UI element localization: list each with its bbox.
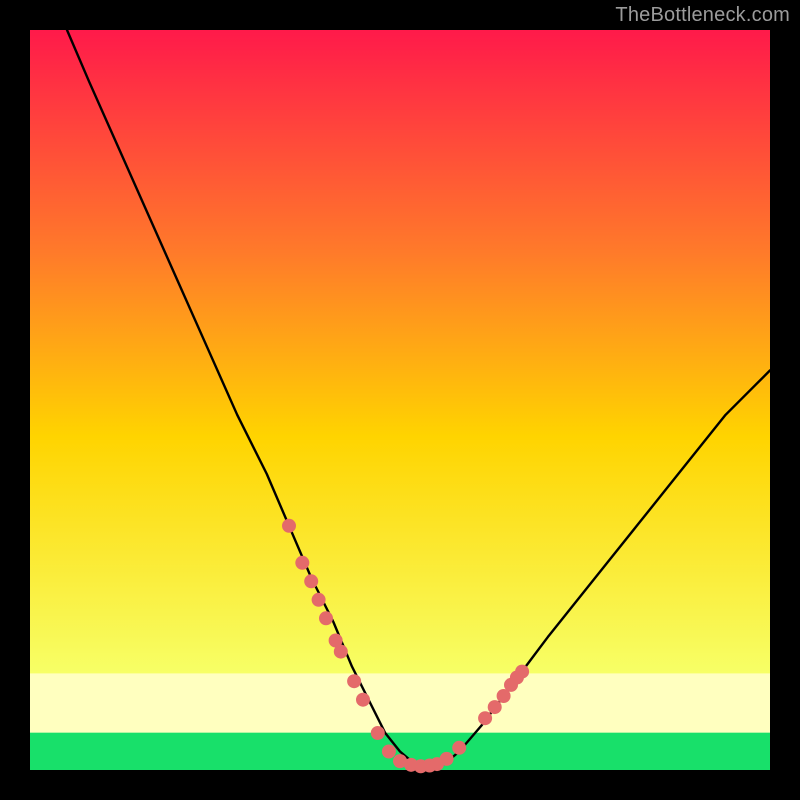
watermark-text: TheBottleneck.com — [615, 4, 790, 27]
highlight-dot — [371, 726, 385, 740]
highlight-dot — [515, 665, 529, 679]
highlight-dot — [304, 574, 318, 588]
highlight-dot — [334, 645, 348, 659]
highlight-dot — [488, 700, 502, 714]
highlight-dot — [356, 693, 370, 707]
highlight-dot — [282, 519, 296, 533]
bottleneck-curve — [67, 30, 770, 766]
highlight-dot — [347, 674, 361, 688]
highlight-dot — [312, 593, 326, 607]
chart-svg — [30, 30, 770, 770]
highlight-dot — [382, 745, 396, 759]
highlight-dot — [295, 556, 309, 570]
highlight-dot — [319, 611, 333, 625]
highlight-dot — [452, 741, 466, 755]
highlight-dot-group — [282, 519, 529, 774]
highlight-dot — [440, 752, 454, 766]
plot-area — [30, 30, 770, 770]
chart-frame: TheBottleneck.com — [0, 0, 800, 800]
highlight-dot — [478, 711, 492, 725]
